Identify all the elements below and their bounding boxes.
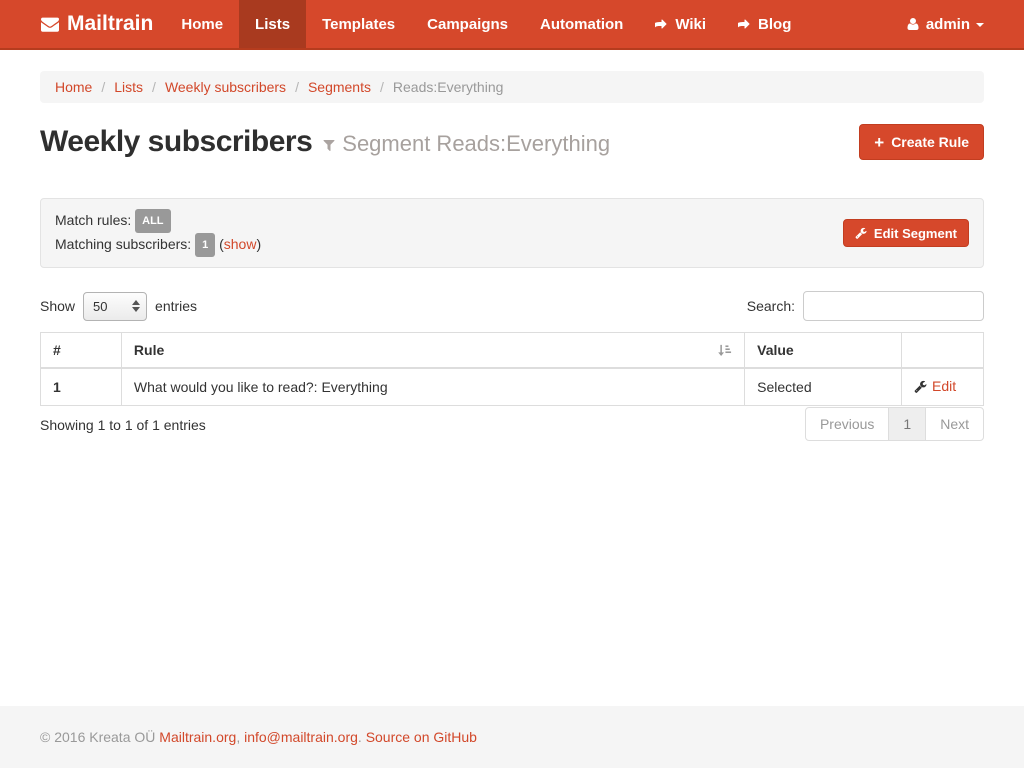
edit-rule-label: Edit [932, 378, 956, 394]
nav-item-templates[interactable]: Templates [306, 0, 411, 48]
breadcrumb: Home / Lists / Weekly subscribers / Segm… [40, 71, 984, 103]
navbar: Mailtrain Home Lists Templates Campaigns… [0, 0, 1024, 50]
footer-separator: , [236, 729, 244, 745]
edit-rule-link[interactable]: Edit [914, 378, 956, 394]
footer-separator: . [358, 729, 366, 745]
nav-item-blog[interactable]: Blog [722, 0, 807, 48]
breadcrumb-separator: / [152, 79, 156, 95]
pagination-previous[interactable]: Previous [805, 407, 889, 441]
matching-subscribers-line: Matching subscribers: 1 (show) [55, 233, 261, 257]
breadcrumb-separator: / [380, 79, 384, 95]
edit-segment-label: Edit Segment [874, 226, 957, 241]
page-subtitle: Segment Reads:Everything [322, 131, 610, 157]
forward-arrow-icon [738, 17, 752, 31]
main-nav: Home Lists Templates Campaigns Automatio… [165, 0, 807, 48]
footer-link-email[interactable]: info@mailtrain.org [244, 729, 358, 745]
create-rule-button[interactable]: + Create Rule [859, 124, 984, 160]
user-menu[interactable]: admin [896, 0, 1024, 48]
row-rule: What would you like to read?: Everything [121, 368, 744, 405]
show-label: Show [40, 298, 75, 314]
footer-link-github[interactable]: Source on GitHub [366, 729, 477, 745]
pagination-next[interactable]: Next [925, 407, 984, 441]
page-size-select[interactable]: 50 [83, 292, 147, 321]
entries-label: entries [155, 298, 197, 314]
wrench-icon [855, 227, 867, 239]
sort-icon [717, 343, 732, 358]
match-rules-line: Match rules: ALL [55, 209, 261, 233]
create-rule-label: Create Rule [891, 134, 969, 150]
nav-item-lists[interactable]: Lists [239, 0, 306, 48]
search-label: Search: [747, 298, 795, 314]
pagination: Previous 1 Next [805, 407, 984, 441]
row-value: Selected [745, 368, 902, 405]
pagination-page-1[interactable]: 1 [888, 407, 926, 441]
nav-item-campaigns[interactable]: Campaigns [411, 0, 524, 48]
nav-item-automation[interactable]: Automation [524, 0, 639, 48]
breadcrumb-current: Reads:Everything [393, 79, 504, 95]
match-rules-badge: ALL [135, 209, 170, 233]
matching-count-badge: 1 [195, 233, 215, 257]
show-link[interactable]: show [224, 236, 257, 252]
header-num: # [41, 333, 122, 369]
table-row: 1 What would you like to read?: Everythi… [41, 368, 984, 405]
nav-item-blog-label: Blog [758, 16, 791, 33]
breadcrumb-separator: / [101, 79, 105, 95]
nav-item-home[interactable]: Home [165, 0, 239, 48]
header-rule-label: Rule [134, 342, 164, 358]
page-title: Weekly subscribers [40, 125, 312, 159]
segment-panel: Match rules: ALL Matching subscribers: 1… [40, 198, 984, 268]
nav-item-wiki-label: Wiki [675, 16, 706, 33]
row-num: 1 [41, 368, 122, 405]
plus-icon: + [874, 134, 884, 151]
copyright-text: © 2016 Kreata OÜ [40, 729, 155, 745]
breadcrumb-lists[interactable]: Lists [114, 79, 143, 95]
search-input[interactable] [803, 291, 984, 321]
matching-subscribers-label: Matching subscribers: [55, 236, 191, 252]
brand-label: Mailtrain [67, 12, 153, 36]
edit-segment-button[interactable]: Edit Segment [843, 219, 969, 247]
footer-link-mailtrain[interactable]: Mailtrain.org [159, 729, 236, 745]
rules-table: # Rule Value [40, 332, 984, 406]
forward-arrow-icon [655, 17, 669, 31]
nav-item-wiki[interactable]: Wiki [639, 0, 722, 48]
header-rule[interactable]: Rule [121, 333, 744, 369]
match-rules-label: Match rules: [55, 212, 131, 228]
page-footer: © 2016 Kreata OÜ Mailtrain.org, info@mai… [0, 706, 1024, 768]
breadcrumb-home[interactable]: Home [55, 79, 92, 95]
table-info: Showing 1 to 1 of 1 entries [40, 406, 206, 433]
paren-close: ) [256, 236, 261, 252]
caret-down-icon [976, 23, 984, 27]
user-icon [906, 17, 920, 31]
header-action [902, 333, 984, 369]
header-value: Value [745, 333, 902, 369]
breadcrumb-weekly-subscribers[interactable]: Weekly subscribers [165, 79, 286, 95]
page-size-value: 50 [93, 299, 132, 314]
breadcrumb-segments[interactable]: Segments [308, 79, 371, 95]
filter-funnel-icon [322, 138, 336, 152]
brand-link[interactable]: Mailtrain [40, 0, 153, 48]
select-arrows-icon [132, 300, 140, 312]
page-subtitle-label: Segment Reads:Everything [342, 131, 610, 157]
breadcrumb-separator: / [295, 79, 299, 95]
user-menu-label: admin [926, 16, 970, 33]
wrench-icon [914, 380, 927, 393]
envelope-icon [40, 15, 60, 33]
